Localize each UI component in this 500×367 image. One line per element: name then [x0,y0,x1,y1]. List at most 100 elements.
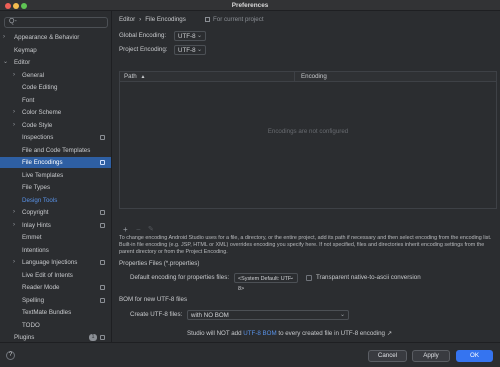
project-scope-icon [100,335,105,340]
chevron-right-icon[interactable]: › [13,257,15,268]
sidebar-item-inspections[interactable]: Inspections [0,132,111,143]
sidebar-item-file-encodings[interactable]: File Encodings [0,157,111,168]
sidebar-item-code-style[interactable]: › Code Style [0,120,111,131]
project-encoding-select[interactable]: UTF-8 ⌄ [174,45,206,55]
column-divider[interactable] [294,72,295,82]
chevron-right-icon[interactable]: › [13,70,15,81]
update-count-badge: 1 [89,334,97,341]
sidebar-item-color-scheme[interactable]: › Color Scheme [0,107,111,118]
sidebar-item-code-editing[interactable]: Code Editing [0,82,111,93]
sidebar-item-label: Code Editing [22,84,58,91]
chevron-right-icon[interactable]: › [3,32,5,43]
properties-default-label: Default encoding for properties files: [130,274,230,281]
empty-table-message: Encodings are not configured [267,128,349,135]
breadcrumb-file-encodings: File Encodings [145,16,186,23]
sidebar-item-plugins[interactable]: Plugins 1 [0,332,111,342]
sidebar-item-intentions[interactable]: Intentions [0,245,111,256]
chevron-down-icon: ⌄ [339,312,345,318]
sidebar-item-appearance-behavior[interactable]: › Appearance & Behavior [0,32,111,43]
global-encoding-value: UTF-8 [178,33,196,40]
encoding-help-text: To change encoding Android Studio uses f… [119,235,492,255]
sidebar-item-label: TODO [22,321,40,329]
column-header-path[interactable]: Path ▲ [124,72,145,82]
global-encoding-select[interactable]: UTF-8 ⌄ [174,31,206,41]
sidebar-item-todo[interactable]: TODO [0,320,111,331]
sidebar-item-live-templates[interactable]: Live Templates [0,170,111,181]
settings-search-input[interactable]: Q- [4,17,108,28]
sidebar-item-label: Inlay Hints [22,221,51,229]
transparent-conversion-checkbox[interactable] [306,275,312,281]
transparent-conversion-label[interactable]: Transparent native-to-ascii conversion [316,274,421,281]
sidebar-item-font[interactable]: Font [0,95,111,106]
add-icon[interactable]: + [123,225,128,234]
settings-sidebar: Q- › Appearance & Behavior Keymap ⌄ Editor › G… [0,11,112,342]
cancel-button[interactable]: Cancel [368,350,407,362]
chevron-down-icon[interactable]: ⌄ [3,57,8,68]
project-encoding-value: UTF-8 [178,47,196,54]
bom-section-title: BOM for new UTF-8 files [119,296,188,303]
chevron-down-icon: ⌄ [288,275,294,281]
utf8-bom-link[interactable]: UTF-8 BOM [243,330,276,337]
sidebar-item-label: Keymap [14,46,37,54]
bom-note: Studio will NOT add UTF-8 BOM to every c… [187,330,392,337]
create-utf8-label: Create UTF-8 files: [130,311,183,318]
project-scope-icon [100,135,105,140]
bom-select[interactable]: with NO BOM ⌄ [187,310,349,320]
project-scope-note: For current project [205,16,264,23]
ok-button[interactable]: OK [456,350,493,362]
apply-button[interactable]: Apply [412,350,450,362]
properties-encoding-select[interactable]: <System Default: UTF-8> ⌄ [234,273,298,292]
project-scope-icon [100,222,105,228]
search-icon: Q- [9,18,17,25]
sidebar-item-design-tools[interactable]: Design Tools [0,195,111,206]
project-scope-icon [100,260,105,265]
sidebar-item-label: Reader Mode [22,284,60,291]
edit-icon[interactable]: ✎ [148,225,154,233]
sidebar-item-language-injections[interactable]: › Language Injections [0,257,111,268]
sidebar-item-label: Color Scheme [22,109,62,116]
sidebar-item-label: Copyright [22,209,49,216]
sidebar-item-spelling[interactable]: Spelling [0,295,111,306]
sidebar-item-copyright[interactable]: › Copyright [0,207,111,218]
sidebar-item-file-types[interactable]: File Types [0,182,111,193]
project-scope-icon [100,297,105,303]
sidebar-item-label: General [22,71,45,79]
sidebar-item-label: Font [22,96,35,104]
breadcrumb-editor[interactable]: Editor [119,16,135,23]
sidebar-item-label: Language Injections [22,259,78,266]
chevron-right-icon[interactable]: › [13,207,15,218]
sidebar-item-label: File Encodings [22,159,63,166]
properties-section-title: Properties Files (*.properties) [119,260,200,267]
project-scope-icon [100,160,105,165]
sidebar-item-label: File Types [22,184,51,191]
sidebar-item-reader-mode[interactable]: Reader Mode [0,282,111,293]
encodings-table[interactable]: Path ▲ Encoding Encodings are not config… [119,71,497,209]
help-button[interactable]: ? [6,351,15,360]
sidebar-item-live-edit-of-intents[interactable]: Live Edit of Intents [0,270,111,281]
sort-ascending-icon: ▲ [140,74,146,80]
bom-select-value: with NO BOM [191,312,229,319]
global-encoding-label: Global Encoding: [119,32,167,39]
dialog-button-bar: ? Cancel Apply OK [0,342,500,367]
sidebar-item-label: Appearance & Behavior [14,34,80,41]
chevron-right-icon[interactable]: › [13,107,15,118]
sidebar-item-inlay-hints[interactable]: › Inlay Hints [0,220,111,231]
sidebar-item-emmet[interactable]: Emmet [0,232,111,243]
sidebar-item-general[interactable]: › General [0,70,111,81]
sidebar-item-label: Live Templates [22,171,64,179]
chevron-right-icon[interactable]: › [13,220,15,231]
remove-icon[interactable]: − [136,225,141,234]
project-icon [205,17,210,22]
sidebar-item-keymap[interactable]: Keymap [0,45,111,56]
sidebar-item-editor[interactable]: ⌄ Editor [0,57,111,68]
sidebar-item-label: Editor [14,59,31,66]
project-scope-icon [100,285,105,290]
sidebar-item-label: Inspections [22,134,54,141]
table-header: Path ▲ Encoding [120,72,496,82]
sidebar-item-file-and-code-templates[interactable]: File and Code Templates [0,145,111,156]
column-header-encoding[interactable]: Encoding [301,72,327,82]
chevron-right-icon[interactable]: › [13,120,15,131]
sidebar-item-label: Live Edit of Intents [22,271,73,279]
chevron-down-icon: ⌄ [196,47,202,53]
sidebar-item-textmate-bundles[interactable]: TextMate Bundles [0,307,111,318]
